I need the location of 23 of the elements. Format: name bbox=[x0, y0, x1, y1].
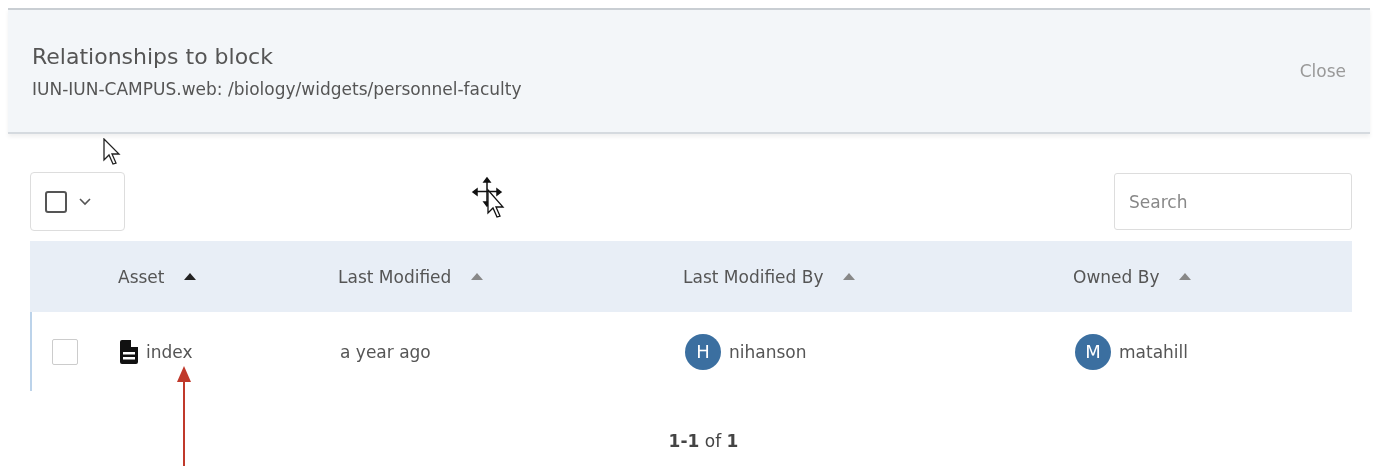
asset-link[interactable]: index bbox=[146, 341, 193, 362]
row-checkbox[interactable] bbox=[52, 338, 78, 365]
column-header[interactable]: Last Modified By bbox=[683, 266, 856, 287]
sort-arrow-icon bbox=[184, 273, 197, 280]
column-header[interactable]: Asset bbox=[118, 266, 197, 287]
pagination-info: 1-1 of 1 bbox=[668, 431, 739, 451]
sort-arrow-icon bbox=[1179, 273, 1192, 280]
user-name: nihanson bbox=[729, 341, 807, 362]
user-avatar: M bbox=[1075, 333, 1111, 370]
user-avatar: H bbox=[685, 333, 721, 370]
sort-arrow-icon bbox=[471, 273, 484, 280]
file-icon bbox=[120, 339, 138, 364]
user-name: matahill bbox=[1119, 341, 1188, 362]
sort-arrow-icon bbox=[843, 273, 856, 280]
asset-path: IUN-IUN-CAMPUS.web: /biology/widgets/personnel-faculty bbox=[32, 78, 522, 99]
column-header[interactable]: Owned By bbox=[1073, 266, 1192, 287]
column-header[interactable]: Last Modified bbox=[338, 266, 484, 287]
select-all-dropdown[interactable] bbox=[30, 172, 125, 231]
mouse-pointer-icon bbox=[103, 138, 121, 166]
chevron-down-icon bbox=[79, 197, 91, 206]
table-cell-text: a year ago bbox=[340, 341, 432, 362]
dialog-title: Relationships to block bbox=[32, 43, 274, 69]
search-field[interactable]: Search bbox=[1114, 173, 1352, 230]
